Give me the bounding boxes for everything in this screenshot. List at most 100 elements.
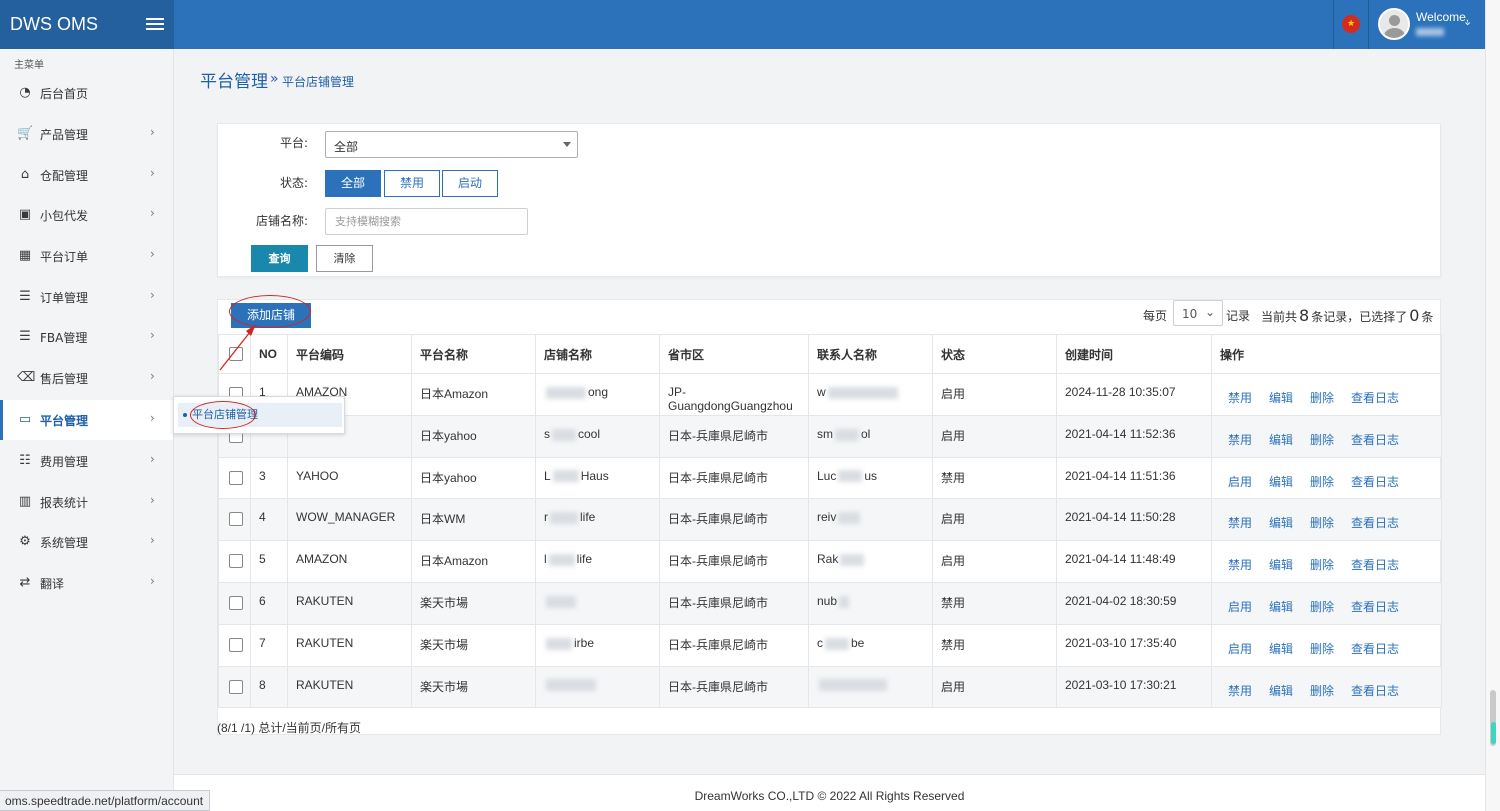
cell-created: 2021-03-10 17:30:21 [1056,665,1212,709]
delete-link[interactable]: 删除 [1310,600,1334,614]
row-checkbox[interactable] [229,595,243,610]
cell-created: 2024-11-28 10:35:07 [1056,373,1212,416]
divider [1368,0,1369,49]
toggle-status-link[interactable]: 禁用 [1228,391,1252,405]
backspace-icon: ⌫ [17,370,36,385]
sidebar-item-7[interactable]: ☰ FBA管理 › [0,317,173,357]
divider [1333,0,1334,49]
chevron-right-icon: › [150,369,155,383]
home-icon: ⌂ [20,167,30,182]
toggle-status-link[interactable]: 启用 [1228,642,1252,656]
monitor-icon: ▭ [18,412,32,427]
row-checkbox[interactable] [229,679,243,694]
delete-link[interactable]: 删除 [1310,433,1334,447]
status-disabled-button[interactable]: 禁用 [384,170,440,197]
hamburger-icon[interactable] [146,15,164,33]
cell-store-name: r life [535,498,660,542]
sidebar-item-11[interactable]: ▥ 报表统计 › [0,482,173,522]
edit-link[interactable]: 编辑 [1269,516,1293,530]
sidebar-item-6[interactable]: ☰ 订单管理 › [0,277,173,317]
store-name-prefix: L [544,468,551,483]
status-all-button[interactable]: 全部 [325,170,381,197]
chevron-right-icon: › [150,452,155,466]
platform-select[interactable]: 全部 [325,131,578,158]
cell-platform-name: 日本Amazon [411,540,536,583]
sidebar-item-3[interactable]: ⌂ 仓配管理 › [0,155,173,195]
toggle-status-link[interactable]: 启用 [1228,600,1252,614]
redacted-text [546,595,576,608]
table-header-row: NO 平台编码 平台名称 店铺名称 省市区 联系人名称 状态 创建时间 操作 [218,334,1442,374]
edit-link[interactable]: 编辑 [1269,642,1293,656]
cell-status: 禁用 [932,623,1057,667]
cell-platform-code: RAKUTEN [287,623,412,667]
table-row: 4 WOW_MANAGER 日本WM r life 日本-兵庫県尼崎市 reiv 启用 2021… [218,498,1442,542]
sidebar-item-5[interactable]: ▦ 平台订单 › [0,236,173,276]
col-header-contact: 联系人名称 [808,334,933,374]
view-log-link[interactable]: 查看日志 [1351,642,1399,656]
edit-link[interactable]: 编辑 [1269,558,1293,572]
edit-link[interactable]: 编辑 [1269,475,1293,489]
sidebar-item-10[interactable]: ☷ 费用管理 › [0,441,173,481]
avatar[interactable] [1378,8,1410,40]
edit-link[interactable]: 编辑 [1269,600,1293,614]
toggle-status-link[interactable]: 禁用 [1228,684,1252,698]
view-log-link[interactable]: 查看日志 [1351,516,1399,530]
sidebar-item-4[interactable]: ▣ 小包代发 › [0,195,173,235]
selected-count: 0 [1409,306,1420,325]
sidebar-item-2[interactable]: 🛒 产品管理 › [0,114,173,154]
contact-prefix: Rak [817,552,839,567]
chevron-down-icon[interactable]: ⌄ [1463,15,1472,28]
cell-created: 2021-04-14 11:51:36 [1056,456,1212,500]
sidebar-item-8[interactable]: ⌫ 售后管理 › [0,358,173,398]
toggle-status-link[interactable]: 启用 [1228,475,1252,489]
view-log-link[interactable]: 查看日志 [1351,684,1399,698]
sidebar-item-13[interactable]: ⇄ 翻译 › [0,563,173,603]
cell-store-name: ong [535,373,660,416]
sidebar-item-label: 产品管理 [40,128,89,142]
sidebar-item-9[interactable]: ▭ 平台管理 › [0,400,173,440]
sidebar-item-12[interactable]: ⚙ 系统管理 › [0,522,173,562]
row-checkbox[interactable] [229,512,243,527]
view-log-link[interactable]: 查看日志 [1351,391,1399,405]
sidebar-item-1[interactable]: ◔ 后台首页 [0,73,173,113]
delete-link[interactable]: 删除 [1310,642,1334,656]
view-log-link[interactable]: 查看日志 [1351,600,1399,614]
per-page-select[interactable]: 10 ⌄ [1173,300,1223,326]
breadcrumb-separator: » [270,71,279,87]
edit-link[interactable]: 编辑 [1269,684,1293,698]
status-enabled-button[interactable]: 启动 [442,170,498,197]
store-name-input[interactable] [325,208,528,235]
chevron-down-icon: ⌄ [1205,305,1216,319]
redacted-text [546,637,572,650]
edit-link[interactable]: 编辑 [1269,391,1293,405]
china-flag-icon[interactable]: ★ [1342,15,1360,33]
clear-button[interactable]: 清除 [316,245,373,272]
view-log-link[interactable]: 查看日志 [1351,475,1399,489]
query-button[interactable]: 查询 [251,245,308,272]
translate-icon: ⇄ [19,575,31,590]
edit-link[interactable]: 编辑 [1269,433,1293,447]
toggle-status-link[interactable]: 禁用 [1228,516,1252,530]
view-log-link[interactable]: 查看日志 [1351,433,1399,447]
cell-created: 2021-03-10 17:35:40 [1056,623,1212,667]
delete-link[interactable]: 删除 [1310,558,1334,572]
delete-link[interactable]: 删除 [1310,516,1334,530]
chevron-right-icon: › [150,166,155,180]
row-checkbox[interactable] [229,470,243,485]
toggle-status-link[interactable]: 禁用 [1228,433,1252,447]
cell-region: 日本-兵庫県尼崎市 [659,498,809,542]
view-log-link[interactable]: 查看日志 [1351,558,1399,572]
submenu-item-platform-store[interactable]: 平台店铺管理 [178,403,342,427]
package-icon: ▣ [18,207,32,222]
cell-actions: 启用 编辑 删除 查看日志 [1211,581,1442,625]
delete-link[interactable]: 删除 [1310,475,1334,489]
delete-link[interactable]: 删除 [1310,391,1334,405]
store-name-suffix: life [580,510,596,525]
cell-region: 日本-兵庫県尼崎市 [659,540,809,583]
row-checkbox[interactable] [229,637,243,652]
row-checkbox[interactable] [229,554,243,569]
delete-link[interactable]: 删除 [1310,684,1334,698]
cell-platform-code: RAKUTEN [287,581,412,625]
contact-prefix: w [817,385,826,399]
toggle-status-link[interactable]: 禁用 [1228,558,1252,572]
